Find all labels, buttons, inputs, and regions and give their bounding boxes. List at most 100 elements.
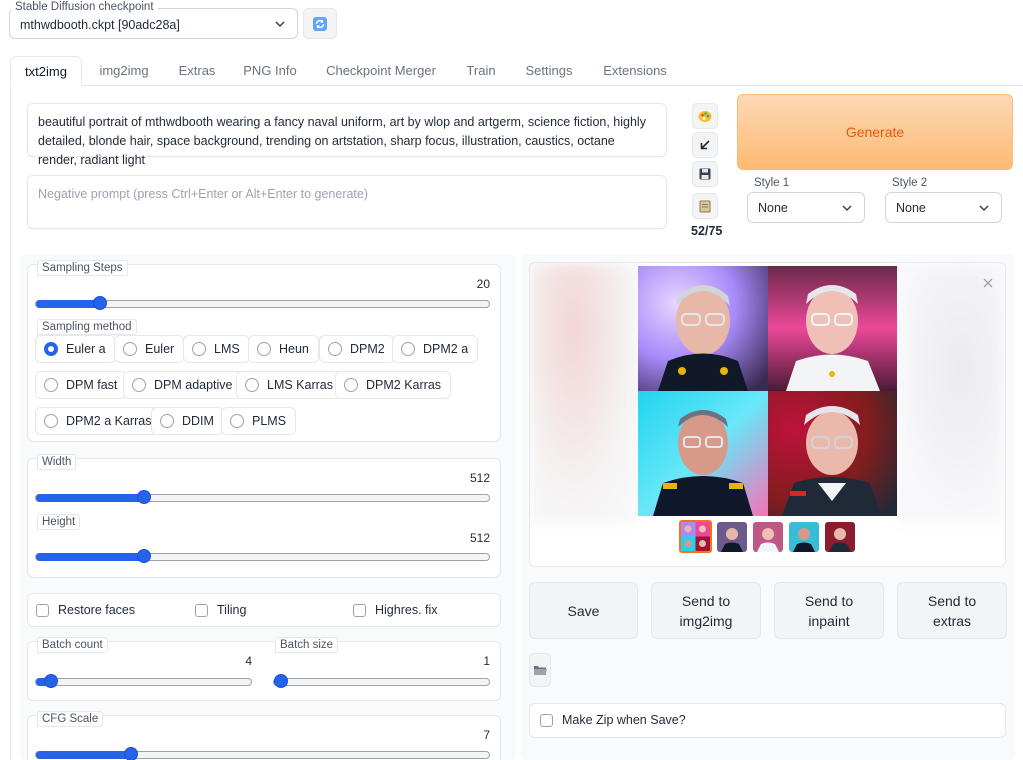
save-style-button[interactable] (692, 161, 718, 187)
tab-img2img[interactable]: img2img (92, 56, 156, 86)
sampler-dpm-fast[interactable]: DPM fast (35, 371, 128, 399)
make-zip-checkbox[interactable]: Make Zip when Save? (540, 713, 686, 727)
cfg-scale-label: CFG Scale (37, 711, 104, 727)
batch-count-thumb[interactable] (44, 674, 59, 688)
tab-extensions[interactable]: Extensions (596, 56, 674, 86)
batch-size-thumb[interactable] (274, 674, 288, 688)
tab-checkpoint-merger[interactable]: Checkpoint Merger (318, 56, 444, 86)
checkpoint-value: mthwdbooth.ckpt [90adc28a] (20, 18, 180, 32)
read-params-button[interactable] (692, 132, 718, 158)
sampling-steps-thumb[interactable] (93, 296, 108, 310)
thumbnail-1[interactable] (717, 522, 747, 552)
cfg-scale-fill (36, 751, 131, 759)
width-label: Width (37, 454, 77, 470)
batch-size-slider[interactable] (273, 674, 490, 688)
checkbox-box (36, 603, 49, 617)
width-slider[interactable] (35, 490, 490, 504)
tiling-label: Tiling (217, 603, 247, 617)
style1-label: Style 1 (754, 177, 790, 189)
sampler-label: DPM fast (66, 378, 118, 392)
checkpoint-label: Stable Diffusion checkpoint (11, 0, 158, 14)
sampler-label: DPM2 Karras (366, 378, 442, 392)
send-to-extras-label-2: extras (932, 612, 972, 629)
refresh-icon (313, 16, 327, 31)
send-to-img2img-button[interactable]: Send to img2img (651, 582, 761, 639)
generated-image-grid[interactable] (638, 266, 897, 516)
sampling-steps-value: 20 (476, 277, 490, 291)
cfg-scale-thumb[interactable] (123, 747, 138, 760)
radio-dot (344, 378, 358, 392)
batch-count-label: Batch count (37, 637, 108, 653)
sampler-heun[interactable]: Heun (248, 335, 319, 363)
thumbnail-3[interactable] (789, 522, 819, 552)
open-folder-button[interactable] (529, 653, 551, 687)
batch-count-value: 4 (245, 654, 252, 668)
thumbnail-2[interactable] (753, 522, 783, 552)
send-to-inpaint-label-1: Send to (804, 592, 854, 609)
token-counter: 52/75 (691, 224, 723, 238)
style1-select[interactable]: None (747, 192, 865, 223)
send-to-inpaint-button[interactable]: Send to inpaint (774, 582, 884, 639)
checkbox-box (195, 603, 208, 617)
sampler-dpm2[interactable]: DPM2 (319, 335, 395, 363)
tiling-checkbox[interactable]: Tiling (195, 603, 246, 617)
width-thumb[interactable] (136, 490, 151, 504)
batch-count-slider[interactable] (35, 674, 252, 688)
portrait-image-4 (768, 391, 897, 516)
tab-settings[interactable]: Settings (518, 56, 580, 86)
save-button[interactable]: Save (529, 582, 638, 639)
sampler-dpm2-a-karras[interactable]: DPM2 a Karras (35, 407, 162, 435)
restore-faces-checkbox[interactable]: Restore faces (36, 603, 135, 617)
sampler-plms[interactable]: PLMS (221, 407, 297, 435)
send-to-inpaint-label-2: inpaint (808, 612, 850, 629)
radio-dot (123, 342, 137, 356)
sampler-lms[interactable]: LMS (183, 335, 250, 363)
cfg-scale-value: 7 (483, 728, 490, 742)
tab-train[interactable]: Train (458, 56, 504, 86)
sampler-label: DPM2 (350, 342, 385, 356)
tab-extras[interactable]: Extras (170, 56, 224, 86)
portrait-image-1 (638, 266, 768, 391)
thumbnail-image (789, 522, 819, 552)
radio-dot (328, 342, 342, 356)
style2-select[interactable]: None (885, 192, 1002, 223)
send-to-extras-button[interactable]: Send to extras (897, 582, 1007, 639)
refresh-checkpoint-button[interactable] (303, 8, 337, 39)
highres-fix-checkbox[interactable]: Highres. fix (353, 603, 438, 617)
thumbnail-4[interactable] (825, 522, 855, 552)
sampler-label: PLMS (252, 414, 287, 428)
thumbnail-image (753, 522, 783, 552)
radio-dot (132, 378, 146, 392)
height-thumb[interactable] (136, 549, 151, 563)
sampler-dpm-adaptive[interactable]: DPM adaptive (123, 371, 243, 399)
gallery-blur-left (530, 263, 640, 523)
sampler-label: DPM2 a (423, 342, 469, 356)
negative-prompt-input[interactable]: Negative prompt (press Ctrl+Enter or Alt… (27, 175, 667, 229)
folder-icon (534, 666, 547, 675)
sampling-steps-slider[interactable] (35, 296, 490, 310)
sampler-euler-a[interactable]: Euler a (35, 335, 116, 363)
style2-label: Style 2 (892, 177, 928, 189)
interrogate-button[interactable] (692, 103, 718, 129)
tab-png-info[interactable]: PNG Info (236, 56, 304, 86)
radio-dot (44, 378, 58, 392)
height-slider[interactable] (35, 549, 490, 563)
sampler-ddim[interactable]: DDIM (151, 407, 224, 435)
radio-dot (230, 414, 244, 428)
tab-txt2img[interactable]: txt2img (10, 56, 82, 86)
sampler-dpm2-a[interactable]: DPM2 a (392, 335, 479, 363)
generate-button[interactable]: Generate (737, 94, 1013, 170)
sampler-lms-karras[interactable]: LMS Karras (236, 371, 343, 399)
radio-dot (44, 342, 58, 356)
apply-style-button[interactable] (692, 193, 718, 219)
sampler-euler[interactable]: Euler (114, 335, 185, 363)
send-to-img2img-label-1: Send to (681, 592, 731, 609)
close-icon[interactable] (983, 278, 993, 288)
thumbnail-grid[interactable] (679, 520, 712, 553)
sampler-label: Euler (145, 342, 175, 356)
portrait-image-2 (768, 266, 897, 391)
sampler-dpm2-karras[interactable]: DPM2 Karras (335, 371, 452, 399)
style2-value: None (896, 201, 926, 215)
prompt-input[interactable]: beautiful portrait of mthwdbooth wearing… (27, 103, 667, 167)
cfg-scale-slider[interactable] (35, 747, 490, 760)
